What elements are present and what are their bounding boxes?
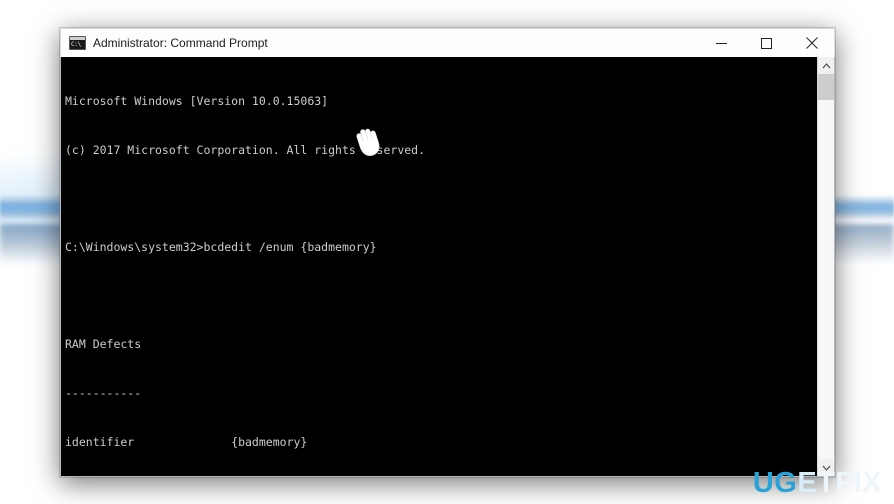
window-titlebar[interactable]: Administrator: Command Prompt <box>60 28 835 57</box>
scrollbar-track[interactable] <box>818 74 834 459</box>
close-button[interactable] <box>789 29 834 57</box>
console-line: (c) 2017 Microsoft Corporation. All righ… <box>65 143 426 158</box>
console-line-separator: ----------- <box>65 386 142 401</box>
ugetfix-watermark: UGETFIX <box>753 468 882 498</box>
desktop-background: Administrator: Command Prompt <box>0 0 894 504</box>
minimize-button[interactable] <box>699 29 744 57</box>
scrollbar-thumb[interactable] <box>818 74 834 100</box>
command-prompt-window[interactable]: Administrator: Command Prompt <box>60 28 835 477</box>
watermark-part-tfix: TFIX <box>817 467 882 499</box>
chevron-up-icon <box>822 62 830 68</box>
console-line: Microsoft Windows [Version 10.0.15063] <box>65 94 329 109</box>
console-line-identifier: identifier {badmemory} <box>65 434 308 449</box>
console-scrollbar[interactable] <box>817 57 834 476</box>
watermark-part-ug: UG <box>752 467 798 499</box>
window-body: Microsoft Windows [Version 10.0.15063] (… <box>60 57 835 477</box>
console-line-section-title: RAM Defects <box>65 337 142 352</box>
console-icon <box>69 36 86 50</box>
console-output-area[interactable]: Microsoft Windows [Version 10.0.15063] (… <box>61 57 817 476</box>
scrollbar-up-button[interactable] <box>818 57 834 74</box>
window-title: Administrator: Command Prompt <box>93 36 268 50</box>
console-line-command-enum: C:\Windows\system32>bcdedit /enum {badme… <box>65 240 377 255</box>
watermark-part-e: E <box>797 467 818 499</box>
maximize-button[interactable] <box>744 29 789 57</box>
